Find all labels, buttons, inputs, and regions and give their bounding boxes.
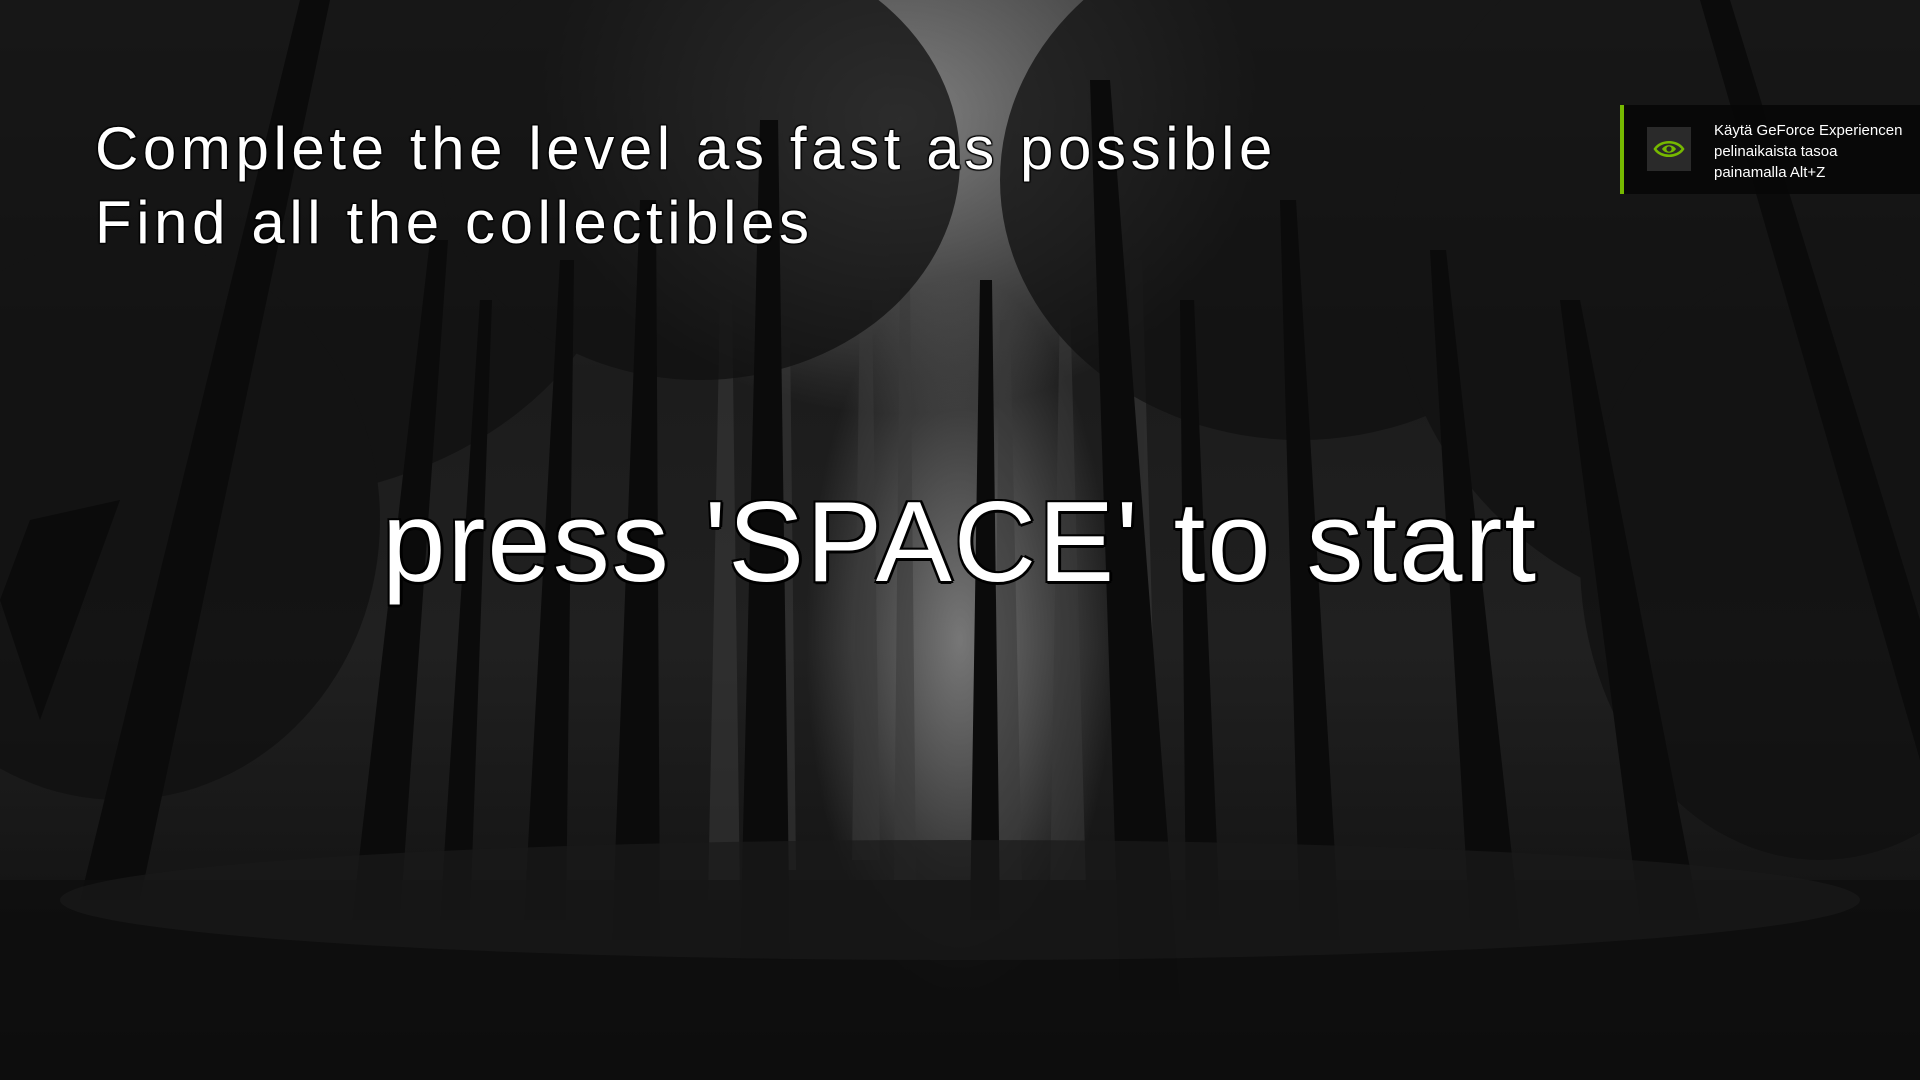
game-screen[interactable]: Complete the level as fast as possible F… bbox=[0, 0, 1920, 1080]
start-prompt: press 'SPACE' to start bbox=[381, 479, 1539, 606]
objective-complete-level: Complete the level as fast as possible bbox=[95, 115, 1277, 182]
objective-find-collectibles: Find all the collectibles bbox=[95, 189, 814, 256]
geforce-notification[interactable]: Käytä GeForce Experiencen pelinaikaista … bbox=[1620, 105, 1920, 194]
nvidia-eye-logo-icon bbox=[1647, 127, 1691, 171]
objectives-list: Complete the level as fast as possible F… bbox=[95, 112, 1277, 260]
notification-line: painamalla Alt+Z bbox=[1714, 164, 1826, 181]
notification-line: Käytä GeForce Experiencen bbox=[1714, 122, 1903, 139]
notification-text: Käytä GeForce Experiencen pelinaikaista … bbox=[1714, 120, 1919, 183]
nvidia-eye-icon bbox=[1653, 141, 1685, 157]
notification-line: pelinaikaista tasoa bbox=[1714, 143, 1838, 160]
